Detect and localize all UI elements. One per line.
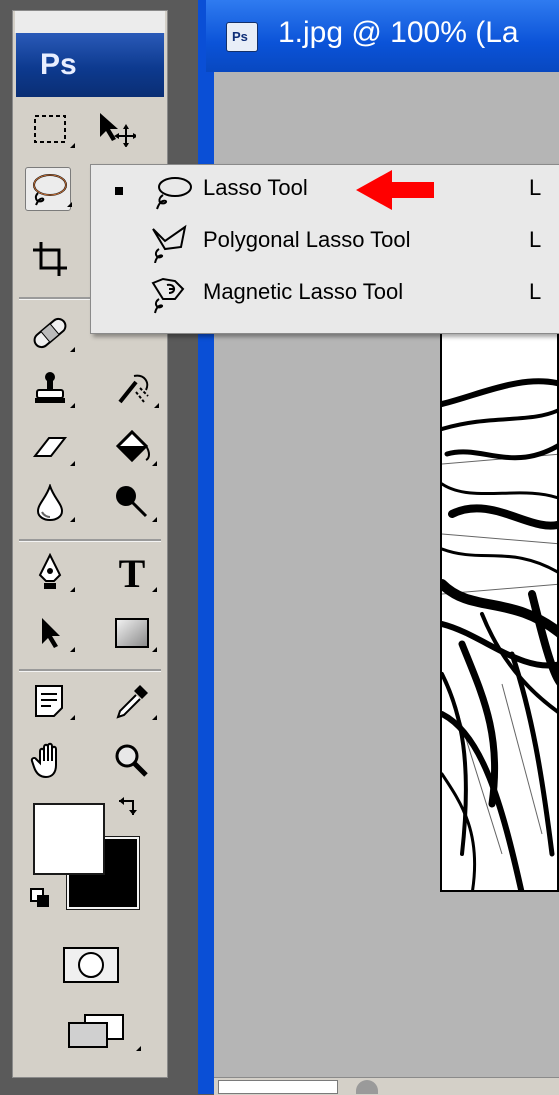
path-selection-tool[interactable] [27, 611, 75, 655]
eyedropper-icon [116, 685, 148, 719]
menu-item-label: Polygonal Lasso Tool [203, 227, 411, 252]
crop-icon [33, 242, 67, 276]
burn-tool[interactable] [109, 481, 157, 525]
menu-item-magnetic-lasso-tool[interactable]: Magnetic Lasso Tool L [91, 269, 559, 319]
eyedropper-tool[interactable] [109, 679, 157, 723]
marquee-icon [34, 115, 66, 143]
crop-tool[interactable] [27, 237, 73, 281]
eraser-icon [32, 437, 68, 457]
magnetic-lasso-icon [151, 277, 185, 314]
quick-mask-icon [63, 947, 119, 983]
hair-image [442, 378, 557, 890]
lasso-tool-flyout-menu: Lasso Tool L Polygonal Lasso Tool L Magn… [90, 164, 559, 334]
quick-mask-button[interactable] [61, 941, 121, 989]
menu-item-lasso-tool[interactable]: Lasso Tool L [91, 165, 559, 215]
burn-icon [116, 486, 148, 518]
menu-item-shortcut: L [529, 175, 542, 200]
document-title: 1.jpg @ 100% (La [278, 16, 519, 49]
pen-tool[interactable] [27, 551, 75, 595]
eraser-tool[interactable] [27, 425, 75, 469]
lasso-tool[interactable] [25, 167, 72, 211]
image-content[interactable] [440, 332, 559, 892]
type-icon: T [118, 550, 146, 596]
menu-item-label: Lasso Tool [203, 175, 308, 200]
pen-icon [38, 553, 62, 589]
magnifier-icon [115, 744, 148, 777]
toolbox-grip[interactable] [15, 11, 165, 33]
foreground-color-swatch[interactable] [33, 803, 105, 875]
lasso-icon [33, 174, 67, 206]
swap-colors-icon[interactable] [115, 795, 141, 821]
rectangle-icon [115, 618, 149, 648]
menu-item-shortcut: L [529, 227, 542, 252]
notes-tool[interactable] [27, 679, 75, 723]
document-ps-icon: Ps [226, 22, 258, 52]
type-tool[interactable]: T [109, 550, 157, 596]
red-arrow-annotation-icon [356, 170, 434, 210]
stamp-icon [35, 372, 65, 403]
ps-logo[interactable]: Ps [16, 33, 164, 97]
hand-tool[interactable] [27, 739, 73, 783]
paint-bucket-tool[interactable] [109, 425, 157, 469]
notes-icon [35, 685, 63, 717]
default-colors-icon[interactable] [29, 887, 53, 909]
arrow-icon [42, 618, 60, 648]
history-brush-icon [118, 374, 149, 404]
toolbox-separator [19, 539, 161, 542]
polygonal-lasso-icon [152, 224, 187, 263]
history-brush-tool[interactable] [111, 367, 159, 411]
zoom-level-field[interactable] [218, 1080, 338, 1094]
document-icon-label: Ps [232, 29, 248, 44]
move-tool[interactable] [93, 107, 139, 151]
selected-bullet-icon [115, 187, 123, 195]
toolbox-separator [19, 669, 161, 672]
drop-icon [36, 484, 64, 522]
move-icon [100, 113, 136, 147]
paint-bucket-icon [115, 429, 150, 463]
menu-item-label: Magnetic Lasso Tool [203, 279, 404, 304]
clone-stamp-tool[interactable] [27, 367, 75, 411]
menu-item-polygonal-lasso-tool[interactable]: Polygonal Lasso Tool L [91, 217, 559, 267]
zoom-tool[interactable] [109, 739, 155, 783]
menu-item-shortcut: L [529, 279, 542, 304]
lasso-icon [156, 177, 192, 210]
healing-brush-tool[interactable] [27, 311, 75, 355]
rectangular-marquee-tool[interactable] [27, 107, 75, 151]
hand-icon [30, 742, 57, 779]
bandage-icon [33, 317, 67, 349]
rectangle-tool[interactable] [109, 611, 157, 655]
screen-mode-icon [68, 1014, 124, 1048]
blur-tool[interactable] [27, 481, 75, 525]
screen-mode-button[interactable] [57, 1007, 141, 1055]
